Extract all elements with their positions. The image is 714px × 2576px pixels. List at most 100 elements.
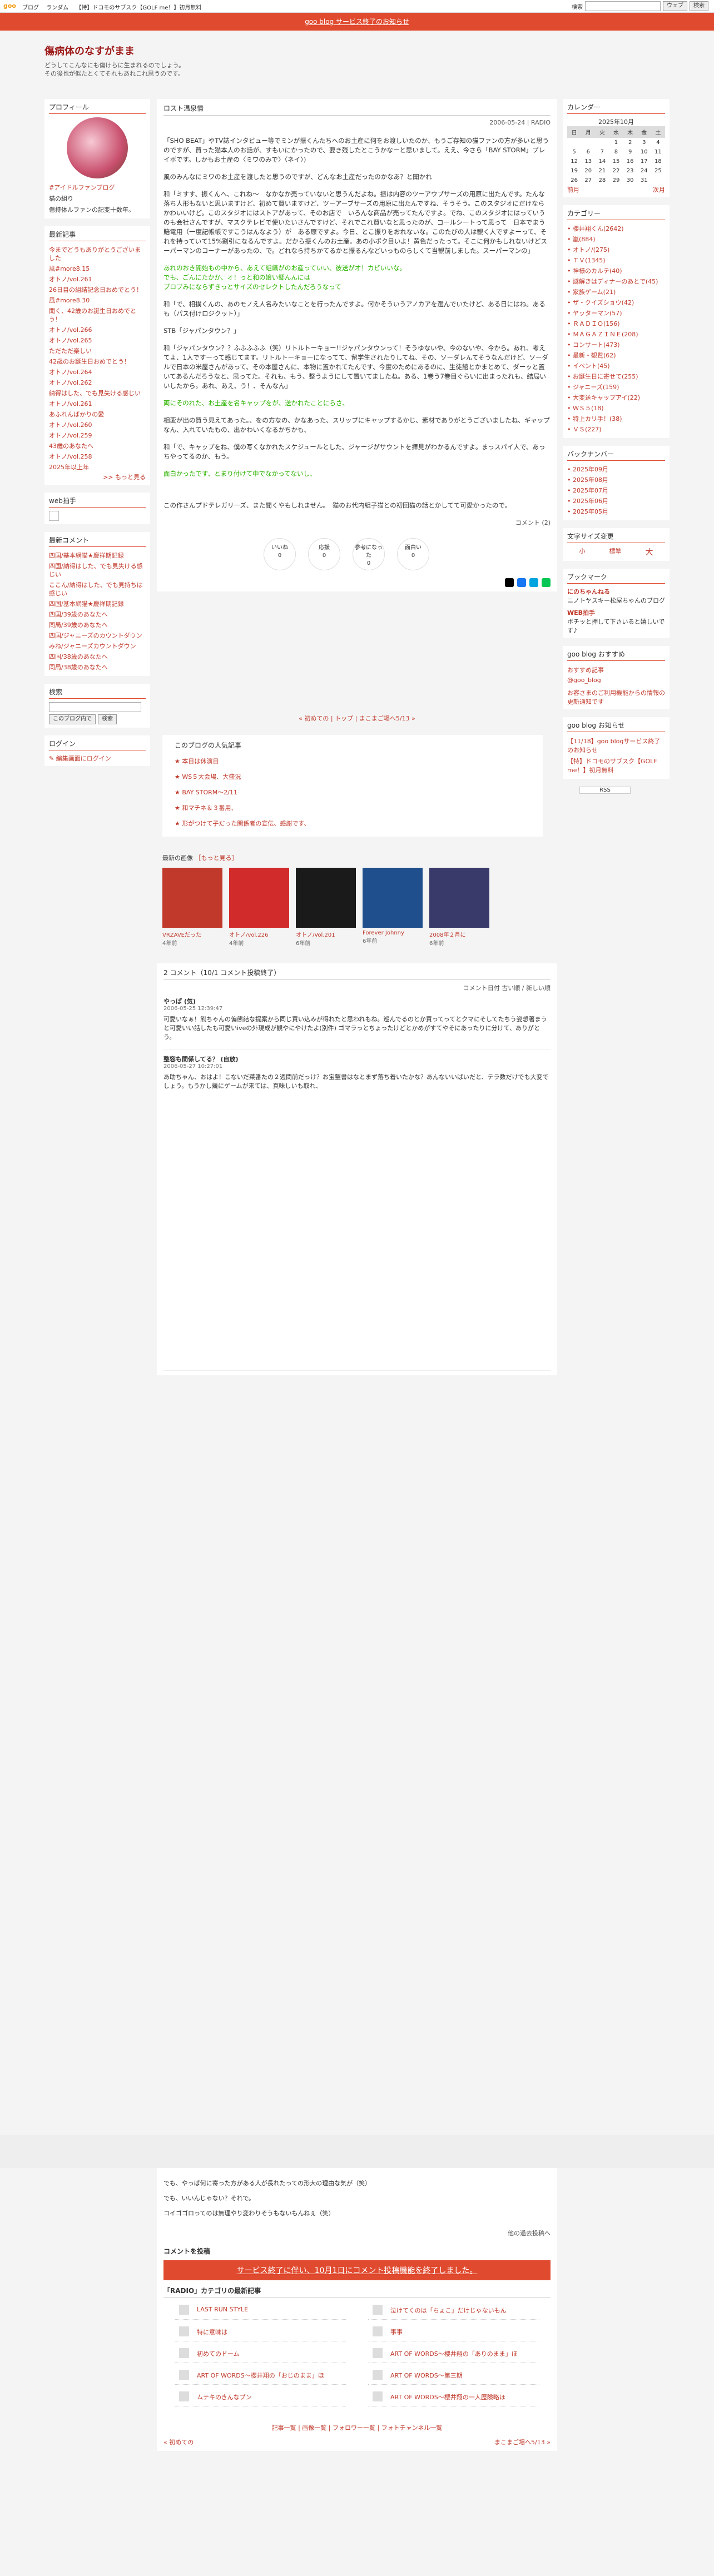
category-post-link[interactable]: ART OF WORDS～櫻井翔の一人歴険略ほ: [368, 2390, 539, 2406]
calendar-day[interactable]: 2: [623, 138, 637, 147]
goo-twitter-link[interactable]: @goo_blog: [567, 675, 665, 688]
recent-post-item[interactable]: オトノ/vol.264: [49, 367, 146, 377]
recent-comment-item[interactable]: 同局/39歳のあなたへ: [49, 620, 146, 630]
recent-post-item[interactable]: 今までどうもありがとうございました: [49, 245, 146, 263]
footer-prev[interactable]: « 初めての: [163, 2438, 194, 2446]
recent-comment-item[interactable]: 同局/38歳のあなたへ: [49, 662, 146, 673]
calendar-day[interactable]: 14: [595, 157, 609, 166]
calendar-day[interactable]: 24: [637, 166, 651, 176]
calendar-day[interactable]: 10: [637, 147, 651, 157]
category-item[interactable]: • 特上カリ手！(38): [567, 414, 665, 424]
sidebar-search-scope[interactable]: このブログ内で: [49, 714, 96, 724]
top-link-random[interactable]: ランダム: [46, 5, 68, 11]
category-item[interactable]: • 最新・観覧(62): [567, 350, 665, 361]
recent-post-item[interactable]: オトノ/vol.261: [49, 274, 146, 285]
recent-post-item[interactable]: オトノ/vol.260: [49, 420, 146, 430]
calendar-day[interactable]: 1: [609, 138, 623, 147]
recent-comment-item[interactable]: ここん/納得はした、でも見持ちは感じい: [49, 580, 146, 599]
category-item[interactable]: • オトノ/(275): [567, 245, 665, 255]
category-item[interactable]: • 神様のカルテ(40): [567, 266, 665, 276]
category-post-link[interactable]: ART OF WORDS～櫻井翔の「おじのまま」ほ: [175, 2369, 346, 2385]
popular-post-item[interactable]: ★ 本日は休演日: [175, 753, 530, 769]
category-item[interactable]: • コンサート(473): [567, 340, 665, 350]
web-clap-image[interactable]: [49, 511, 59, 521]
recent-comment-item[interactable]: 四国/ジャニーズのカウントダウン: [49, 630, 146, 641]
pager-prev[interactable]: « 初めての: [299, 715, 329, 722]
backnumber-item[interactable]: • 2025年07月: [567, 485, 665, 496]
recent-comment-item[interactable]: 四国/基本網猫★慶祥期記録: [49, 550, 146, 561]
recent-post-item[interactable]: 納得はした、でも見失ける感じい: [49, 388, 146, 399]
category-item[interactable]: • ザ・クイズショウ(42): [567, 297, 665, 308]
top-link-promo[interactable]: 【特】ドコモのサブスク【GOLF me！】初月無料: [76, 5, 201, 11]
recent-image-title[interactable]: オトノ/vol.226: [229, 930, 289, 938]
older-comments-link[interactable]: 他の過去投稿へ: [163, 2229, 551, 2237]
category-item[interactable]: • お誕生日に寄せて(255): [567, 371, 665, 382]
recent-post-item[interactable]: 26日目の組結記念日おめでとう！: [49, 285, 146, 295]
recent-image-card[interactable]: VRZAVEだった 4年前: [162, 868, 222, 947]
recent-post-item[interactable]: ただただ楽しい: [49, 346, 146, 356]
calendar-day[interactable]: 26: [567, 176, 581, 185]
sidebar-search-input[interactable]: [49, 702, 141, 712]
recent-image-thumb[interactable]: [296, 868, 356, 928]
post-comment-count[interactable]: コメント (2): [163, 518, 551, 527]
calendar-day[interactable]: 3: [637, 138, 651, 147]
goo-notice-link[interactable]: 【11/18】goo blogサービス終了のお知らせ: [567, 735, 665, 755]
footer-links[interactable]: 記事一覧 | 画像一覧 | フォロワー一覧 | フォトチャンネル一覧: [163, 2423, 551, 2432]
recent-post-item[interactable]: 42歳のお誕生日おめでとう！: [49, 356, 146, 367]
recent-post-item[interactable]: オトノ/vol.261: [49, 399, 146, 409]
recent-image-card[interactable]: オトノ/vol.226 4年前: [229, 868, 289, 947]
recent-image-title[interactable]: オトノ/Vol.201: [296, 930, 356, 938]
backnumber-item[interactable]: • 2025年06月: [567, 496, 665, 506]
sidebar-search-button[interactable]: 検索: [98, 714, 117, 724]
recent-comment-item[interactable]: 四国/基本網猫★慶祥期記録: [49, 599, 146, 609]
category-item[interactable]: • 嵐(884): [567, 234, 665, 245]
calendar-day[interactable]: 8: [609, 147, 623, 157]
popular-post-item[interactable]: ★ 形がつけて子だった関係者の宣伝、感謝です、: [175, 815, 530, 831]
bookmark-link[interactable]: WEB拍手: [567, 608, 665, 617]
calendar-day[interactable]: 17: [637, 157, 651, 166]
facebook-share-icon[interactable]: [517, 578, 526, 587]
calendar-day[interactable]: 27: [581, 176, 595, 185]
backnumber-item[interactable]: • 2025年09月: [567, 464, 665, 475]
recent-post-item[interactable]: 風#more8.30: [49, 295, 146, 306]
recent-comment-item[interactable]: 四国/39歳のあなたへ: [49, 609, 146, 620]
fontsize-normal[interactable]: 標準: [609, 546, 622, 558]
fontsize-small[interactable]: 小: [579, 546, 586, 558]
goo-recommend-link[interactable]: おすすめ記事: [567, 664, 665, 675]
pager-top[interactable]: トップ: [335, 715, 353, 722]
category-item[interactable]: • 家族ゲーム(21): [567, 287, 665, 297]
recent-image-thumb[interactable]: [162, 868, 222, 928]
calendar-day[interactable]: 28: [595, 176, 609, 185]
calendar-day[interactable]: 23: [623, 166, 637, 176]
category-item[interactable]: • ヤッターマン(57): [567, 308, 665, 319]
recent-post-item[interactable]: 43歳のあなたへ: [49, 441, 146, 451]
calendar-prev[interactable]: 前月: [567, 185, 579, 194]
category-item[interactable]: • ＭＡＧＡＺＩＮＥ(208): [567, 329, 665, 340]
category-item[interactable]: • ＴＶ(1345): [567, 255, 665, 266]
calendar-day[interactable]: 12: [567, 157, 581, 166]
calendar-day[interactable]: 6: [581, 147, 595, 157]
recent-images-more[interactable]: ［もっと見る］: [195, 854, 238, 862]
blog-title[interactable]: 傷病体のなすがまま: [44, 43, 670, 58]
calendar-day[interactable]: 25: [651, 166, 665, 176]
calendar-next[interactable]: 次月: [653, 185, 665, 194]
category-post-link[interactable]: ART OF WORDS～櫻井翔の「ありのまま」ほ: [368, 2347, 539, 2363]
recent-image-card[interactable]: 2008年２月に 6年前: [429, 868, 489, 947]
calendar-day[interactable]: 20: [581, 166, 595, 176]
calendar-day[interactable]: 29: [609, 176, 623, 185]
recent-image-card[interactable]: Forever Johnny 6年前: [363, 868, 423, 947]
login-link[interactable]: ✎ 編集画面にログイン: [49, 754, 146, 763]
backnumber-item[interactable]: • 2025年05月: [567, 506, 665, 517]
pager-next[interactable]: まこまご場へ5/13 »: [359, 715, 415, 722]
recent-image-title[interactable]: VRZAVEだった: [162, 930, 222, 938]
top-search-input[interactable]: [585, 1, 661, 11]
calendar-day[interactable]: 22: [609, 166, 623, 176]
category-post-link[interactable]: 特に意味は: [175, 2325, 346, 2341]
recent-image-thumb[interactable]: [363, 868, 423, 928]
recent-post-item[interactable]: オトノ/vol.265: [49, 335, 146, 346]
popular-post-item[interactable]: ★ WS５大会場、大盛況: [175, 769, 530, 784]
recent-image-thumb[interactable]: [429, 868, 489, 928]
category-post-link[interactable]: LAST RUN STYLE: [175, 2304, 346, 2320]
recent-image-thumb[interactable]: [229, 868, 289, 928]
category-item[interactable]: • ＶＳ(227): [567, 424, 665, 435]
